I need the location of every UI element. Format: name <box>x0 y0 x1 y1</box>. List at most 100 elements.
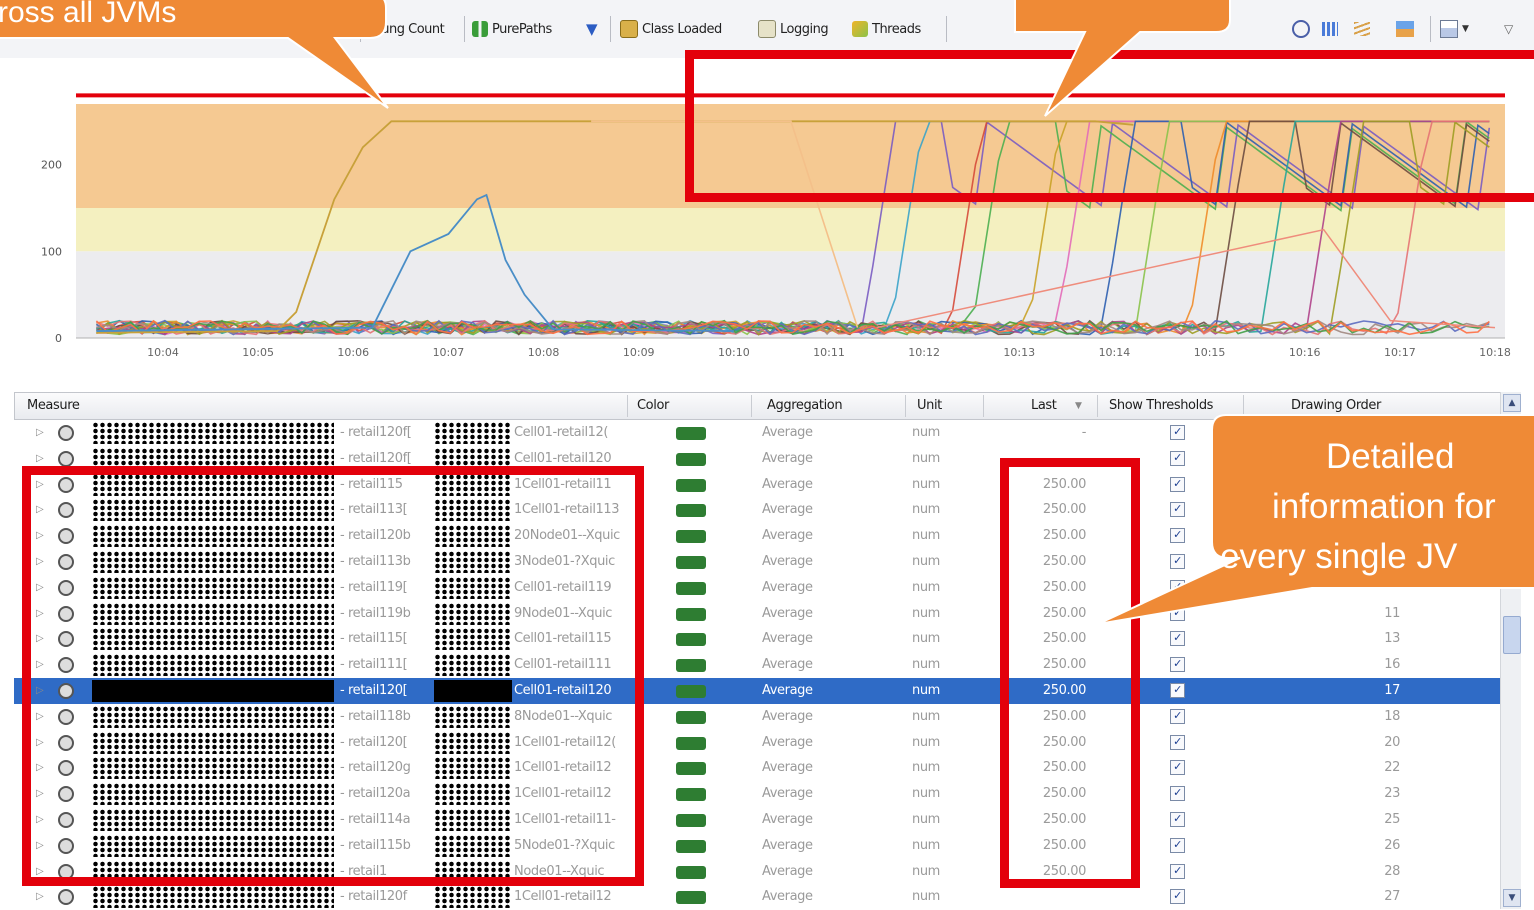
show-thresholds-checkbox[interactable]: ✓ <box>1170 734 1185 750</box>
unit-cell[interactable]: num <box>912 626 940 652</box>
unit-cell[interactable]: num <box>912 549 940 575</box>
drawing-order-cell[interactable]: 22 <box>1314 755 1400 781</box>
show-thresholds-checkbox[interactable]: ✓ <box>1170 863 1185 879</box>
show-thresholds-checkbox[interactable]: ✓ <box>1170 554 1185 569</box>
unit-cell[interactable]: num <box>912 807 940 833</box>
drawing-order-cell[interactable]: 20 <box>1314 730 1400 756</box>
show-thresholds-checkbox[interactable]: ✓ <box>1170 683 1185 698</box>
color-swatch[interactable] <box>676 891 706 905</box>
show-thresholds-checkbox[interactable]: ✓ <box>1170 579 1185 595</box>
show-thresholds-checkbox[interactable]: ✓ <box>1170 760 1185 776</box>
show-thresholds-checkbox[interactable]: ✓ <box>1170 631 1185 647</box>
color-swatch[interactable] <box>676 659 706 673</box>
chart-bars-button[interactable] <box>1322 18 1338 40</box>
unit-cell[interactable]: num <box>912 884 940 910</box>
color-swatch[interactable] <box>676 530 706 544</box>
purepaths-button[interactable]: PurePaths <box>472 18 552 40</box>
column-separator[interactable] <box>983 395 984 417</box>
unit-cell[interactable]: num <box>912 446 940 472</box>
show-thresholds-checkbox[interactable]: ✓ <box>1170 502 1185 518</box>
color-swatch[interactable] <box>676 710 706 724</box>
column-separator[interactable] <box>1097 395 1098 417</box>
aggregation-cell[interactable]: Average <box>762 652 813 678</box>
drawing-order-cell[interactable]: 28 <box>1314 859 1400 885</box>
aggregation-cell[interactable]: Average <box>762 781 813 807</box>
drawing-order-cell[interactable]: 18 <box>1314 704 1400 730</box>
aggregation-cell[interactable]: Average <box>762 884 813 910</box>
aggregation-cell[interactable]: Average <box>762 523 813 549</box>
aggregation-cell[interactable]: Average <box>762 755 813 781</box>
column-separator[interactable] <box>1243 395 1244 417</box>
drawing-order-cell[interactable]: 17 <box>1314 678 1400 704</box>
layout-button[interactable]: ▼ <box>1440 18 1469 40</box>
drawing-order-cell[interactable]: 27 <box>1314 884 1400 910</box>
aggregation-cell[interactable]: Average <box>762 807 813 833</box>
color-swatch[interactable] <box>676 814 706 827</box>
show-thresholds-checkbox[interactable]: ✓ <box>1170 425 1185 440</box>
aggregation-cell[interactable]: Average <box>762 678 813 704</box>
color-swatch[interactable] <box>676 685 706 698</box>
column-unit[interactable]: Unit <box>917 393 942 419</box>
aggregation-cell[interactable]: Average <box>762 575 813 601</box>
aggregation-cell[interactable]: Average <box>762 730 813 756</box>
show-thresholds-checkbox[interactable]: ✓ <box>1170 450 1185 466</box>
color-swatch[interactable] <box>676 452 706 466</box>
filter-button[interactable]: ▼ <box>586 18 598 40</box>
unit-cell[interactable]: num <box>912 859 940 885</box>
color-swatch[interactable] <box>676 478 706 492</box>
column-separator[interactable] <box>627 395 628 417</box>
aggregation-cell[interactable]: Average <box>762 626 813 652</box>
color-swatch[interactable] <box>676 504 706 518</box>
color-swatch[interactable] <box>676 581 706 595</box>
unit-cell[interactable]: num <box>912 601 940 627</box>
chart-lines-button[interactable] <box>1354 18 1370 40</box>
drawing-order-cell[interactable]: 23 <box>1314 781 1400 807</box>
unit-cell[interactable]: num <box>912 704 940 730</box>
unit-cell[interactable]: num <box>912 523 940 549</box>
column-drawing-order[interactable]: Drawing Order <box>1291 393 1381 419</box>
aggregation-cell[interactable]: Average <box>762 420 813 446</box>
show-thresholds-checkbox[interactable]: ✓ <box>1170 605 1185 621</box>
color-swatch[interactable] <box>676 427 706 440</box>
column-show-thresholds[interactable]: Show Thresholds <box>1109 393 1213 419</box>
drawing-order-cell[interactable]: 11 <box>1314 601 1400 627</box>
aggregation-cell[interactable]: Average <box>762 497 813 523</box>
drawing-order-cell[interactable]: 16 <box>1314 652 1400 678</box>
color-swatch[interactable] <box>676 607 706 621</box>
hung-count-button[interactable]: Hung Count <box>372 18 445 40</box>
show-thresholds-checkbox[interactable]: ✓ <box>1170 657 1185 673</box>
aggregation-cell[interactable]: Average <box>762 472 813 498</box>
unit-cell[interactable]: num <box>912 497 940 523</box>
expand-arrow-icon[interactable]: ▷ <box>36 884 44 910</box>
column-measure[interactable]: Measure <box>27 393 80 419</box>
aggregation-cell[interactable]: Average <box>762 446 813 472</box>
logging-button[interactable]: Logging <box>758 18 829 40</box>
show-thresholds-checkbox[interactable]: ✓ <box>1170 837 1185 853</box>
show-thresholds-checkbox[interactable]: ✓ <box>1170 786 1185 802</box>
show-thresholds-checkbox[interactable]: ✓ <box>1170 476 1185 492</box>
color-swatch[interactable] <box>676 762 706 776</box>
table-row[interactable]: ▷ - retail120f 1Cell01-retail12 Average num ✓… <box>14 884 1500 910</box>
drawing-order-cell[interactable]: 13 <box>1314 626 1400 652</box>
unit-cell[interactable]: num <box>912 420 940 446</box>
unit-cell[interactable]: num <box>912 652 940 678</box>
unit-cell[interactable]: num <box>912 755 940 781</box>
color-swatch[interactable] <box>676 839 706 853</box>
aggregation-cell[interactable]: Average <box>762 549 813 575</box>
show-thresholds-checkbox[interactable]: ✓ <box>1170 708 1185 724</box>
threads-button[interactable]: Threads <box>852 18 921 40</box>
color-swatch[interactable] <box>676 556 706 569</box>
unit-cell[interactable]: num <box>912 575 940 601</box>
aggregation-cell[interactable]: Average <box>762 601 813 627</box>
color-swatch[interactable] <box>676 633 706 647</box>
show-thresholds-checkbox[interactable]: ✓ <box>1170 528 1185 544</box>
chart-stack-button[interactable] <box>1396 18 1414 40</box>
unit-cell[interactable]: num <box>912 730 940 756</box>
unit-cell[interactable]: num <box>912 472 940 498</box>
show-thresholds-checkbox[interactable]: ✓ <box>1170 889 1185 905</box>
column-color[interactable]: Color <box>637 393 669 419</box>
show-thresholds-checkbox[interactable]: ✓ <box>1170 812 1185 827</box>
column-aggregation[interactable]: Aggregation <box>767 393 843 419</box>
unit-cell[interactable]: num <box>912 781 940 807</box>
scroll-thumb[interactable] <box>1503 616 1521 654</box>
